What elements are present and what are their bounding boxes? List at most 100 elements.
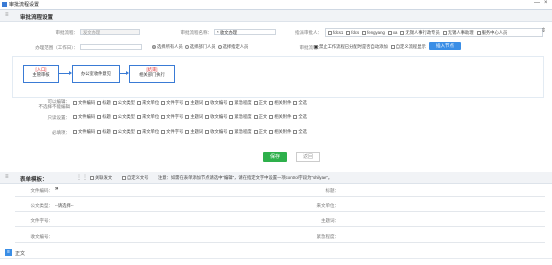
minimize-button[interactable]: — <box>534 0 540 6</box>
permission-checkbox[interactable] <box>112 129 117 134</box>
permission-checkbox[interactable] <box>269 129 274 134</box>
permission-option[interactable]: 文件编码 <box>73 129 95 134</box>
flow-type-input[interactable]: * 收文办理 <box>214 29 276 35</box>
flow-option[interactable]: 禁止工作流程已分配时是否自动添加 <box>314 44 388 49</box>
flow-option-checkbox[interactable] <box>390 44 395 49</box>
handler-option[interactable]: fengyang <box>362 30 385 35</box>
permission-checkbox[interactable] <box>205 129 210 134</box>
flow-option[interactable]: 自定义流程显示 <box>390 44 426 49</box>
permission-option[interactable]: 文件字号 <box>161 129 183 134</box>
permission-checkbox[interactable] <box>136 114 141 119</box>
permission-checkbox[interactable] <box>161 100 166 105</box>
permission-option[interactable]: 标题 <box>97 100 111 105</box>
permission-checkbox[interactable] <box>269 114 274 119</box>
handler-checkbox[interactable] <box>387 30 392 35</box>
permission-option[interactable]: 全选 <box>293 114 307 119</box>
scope-radio[interactable] <box>152 44 156 49</box>
handler-option[interactable]: 无锡人事助理 <box>442 30 474 35</box>
menu-icon[interactable]: ≡ <box>5 12 9 18</box>
permission-option[interactable]: 来文单位 <box>136 114 159 119</box>
permission-option[interactable]: 全选 <box>293 100 307 105</box>
document-icon[interactable]: ≡ <box>5 249 12 256</box>
permission-checkbox[interactable] <box>293 100 298 105</box>
permission-option[interactable]: 收文编号 <box>205 129 227 134</box>
scope-radio[interactable] <box>184 44 189 49</box>
drag-handle-icon[interactable]: ⋮⋮ <box>76 174 88 181</box>
scope-radio-option[interactable]: 选择指定人员 <box>217 44 248 49</box>
permission-checkbox[interactable] <box>97 114 102 119</box>
field-value[interactable]: » <box>55 186 58 192</box>
back-button[interactable]: 返回 <box>296 152 320 162</box>
flow-node-end[interactable]: [结束] 相关部门执行 <box>129 65 175 83</box>
close-button[interactable]: × <box>544 0 548 6</box>
permission-option[interactable]: 收文编号 <box>205 100 227 105</box>
permission-option[interactable]: 公文类型 <box>112 100 135 105</box>
handler-checkbox[interactable] <box>362 30 367 35</box>
scope-radio-option[interactable]: 选择所有人员 <box>152 44 183 49</box>
permission-checkbox[interactable] <box>293 129 298 134</box>
permission-option[interactable]: 文件编码 <box>73 100 95 105</box>
handler-checkbox[interactable] <box>400 30 405 35</box>
permission-checkbox[interactable] <box>185 114 190 119</box>
permission-option[interactable]: 文件字号 <box>161 100 183 105</box>
permission-option[interactable]: 主题词 <box>185 114 203 119</box>
permission-checkbox[interactable] <box>185 100 190 105</box>
permission-checkbox[interactable] <box>73 100 77 105</box>
permission-checkbox[interactable] <box>112 114 117 119</box>
flow-name-input[interactable]: 发文办理 <box>80 29 140 35</box>
handler-checkbox[interactable] <box>476 30 481 35</box>
handler-option[interactable]: 服务中心人员 <box>476 30 507 35</box>
save-button[interactable]: 保存 <box>263 152 287 162</box>
permission-checkbox[interactable] <box>229 129 234 134</box>
permission-checkbox[interactable] <box>97 129 102 134</box>
handler-option[interactable]: fdcs <box>346 30 359 35</box>
handler-checkbox[interactable] <box>328 30 332 35</box>
permission-checkbox[interactable] <box>161 129 166 134</box>
permission-option[interactable]: 主题词 <box>185 129 203 134</box>
permission-option[interactable]: 正文 <box>253 100 267 105</box>
handler-option[interactable]: 无锡人事行政专员 <box>400 30 440 35</box>
handler-option[interactable]: fdcs1 <box>328 30 343 35</box>
permission-checkbox[interactable] <box>185 129 190 134</box>
permission-checkbox[interactable] <box>73 129 77 134</box>
permission-checkbox[interactable] <box>229 100 234 105</box>
scope-radio[interactable] <box>217 44 222 49</box>
handler-option[interactable]: xa <box>387 30 397 35</box>
scroll-arrows-icon[interactable]: ⇕ <box>541 27 546 34</box>
permission-checkbox[interactable] <box>293 114 298 119</box>
permission-checkbox[interactable] <box>112 100 117 105</box>
permission-option[interactable]: 收文编号 <box>205 114 227 119</box>
permission-checkbox[interactable] <box>253 114 258 119</box>
permission-checkbox[interactable] <box>253 100 258 105</box>
permission-checkbox[interactable] <box>73 114 77 119</box>
permission-option[interactable]: 文件字号 <box>161 114 183 119</box>
permission-checkbox[interactable] <box>269 100 274 105</box>
permission-option[interactable]: 标题 <box>97 129 111 134</box>
permission-option[interactable]: 公文类型 <box>112 129 135 134</box>
permission-checkbox[interactable] <box>205 100 210 105</box>
permission-option[interactable]: 来文单位 <box>136 100 159 105</box>
permission-checkbox[interactable] <box>205 114 210 119</box>
permission-option[interactable]: 正文 <box>253 114 267 119</box>
permission-option[interactable]: 正文 <box>253 129 267 134</box>
permission-option[interactable]: 紧急程度 <box>229 114 252 119</box>
permission-checkbox[interactable] <box>136 129 141 134</box>
permission-option[interactable]: 相关附件 <box>269 114 291 119</box>
permission-checkbox[interactable] <box>253 129 258 134</box>
permission-option[interactable]: 文件编码 <box>73 114 95 119</box>
scope-input[interactable] <box>80 44 142 50</box>
permission-option[interactable]: 公文类型 <box>112 114 135 119</box>
permission-option[interactable]: 相关附件 <box>269 100 291 105</box>
permission-option[interactable]: 主题词 <box>185 100 203 105</box>
flow-node-start[interactable]: [入口] 主管审核 <box>23 65 59 83</box>
insert-node-button[interactable]: 插入节点 <box>429 42 461 50</box>
handler-checkbox[interactable] <box>442 30 447 35</box>
menu-icon[interactable]: ≡ <box>5 174 9 180</box>
option-related-doc[interactable]: 关联发文 <box>90 175 112 181</box>
permission-checkbox[interactable] <box>161 114 166 119</box>
flow-node-office[interactable]: 办公室收件意见 <box>72 65 120 83</box>
handler-checkbox[interactable] <box>346 30 351 35</box>
permission-checkbox[interactable] <box>97 100 102 105</box>
permission-checkbox[interactable] <box>136 100 141 105</box>
doc-type-select[interactable]: --请选择-- <box>55 203 74 209</box>
